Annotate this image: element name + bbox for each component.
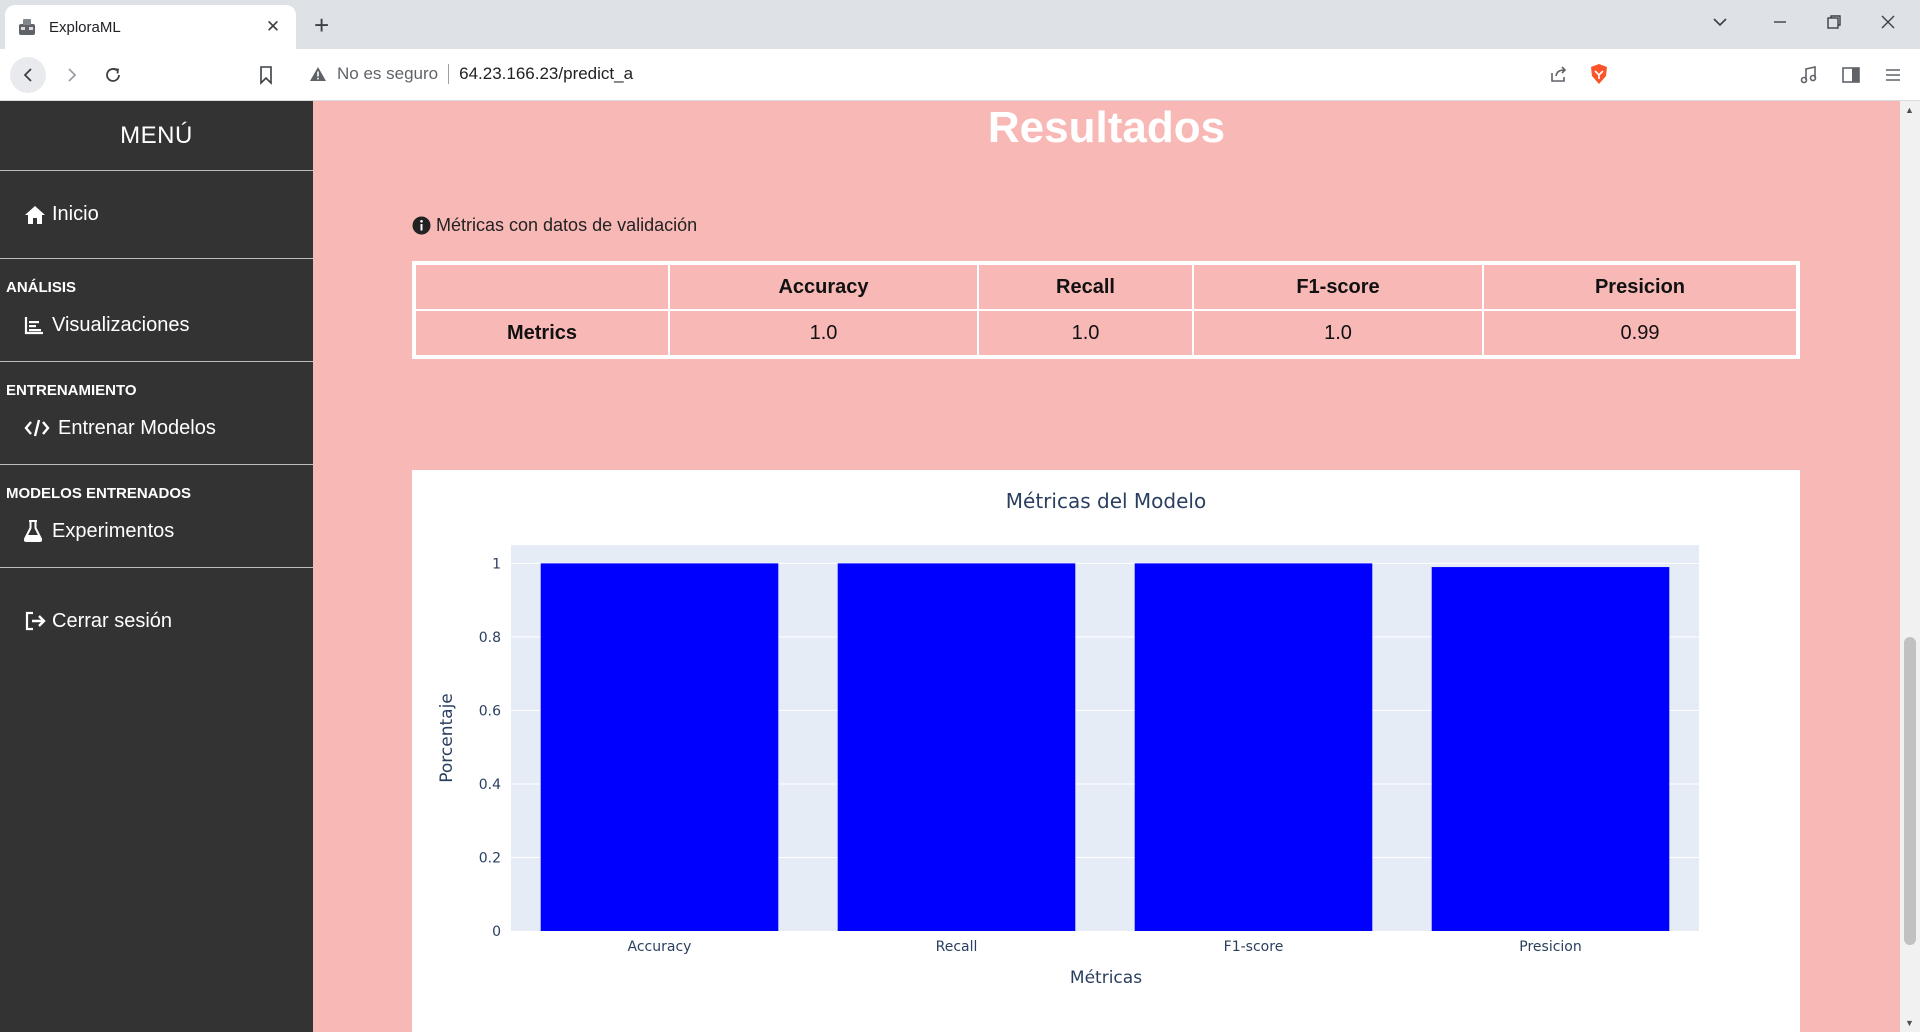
x-tick-labels: Accuracy Recall F1-score Presicion [628,939,1582,955]
sidebar-item-home[interactable]: Inicio [0,171,313,258]
reload-button[interactable] [95,57,131,93]
y-tick-label: 0.2 [479,850,501,866]
bar[interactable] [540,563,779,931]
metrics-bar-chart: Métricas del Modelo 0 0.2 0.4 0.6 0.8 1 Accur… [437,489,1699,988]
browser-toolbar: No es seguro 64.23.166.23/predict_a [0,49,1920,101]
sidebar-section-trained: MODELOS ENTRENADOS Experimentos [0,465,313,568]
scroll-up-icon[interactable]: ▲ [1905,105,1914,115]
address-separator [448,64,450,84]
forward-button[interactable] [54,57,90,93]
brave-shield-icon[interactable] [1589,63,1609,85]
table-header-cell: Recall [978,264,1193,310]
metrics-table: Accuracy Recall F1-score Presicion Metri… [412,261,1800,359]
sidebar-item-visualizations[interactable]: Visualizaciones [0,289,313,361]
page-scrollbar[interactable]: ▲ ▼ [1900,101,1920,1032]
info-circle-icon [412,216,431,235]
tab-search-icon[interactable] [1712,10,1728,38]
main-content: Resultados Métricas con datos de validac… [313,101,1900,1032]
table-cell: 1.0 [1193,310,1483,356]
sidebar-section-home: Inicio [0,171,313,259]
sidebar-item-label: Inicio [52,203,99,225]
code-icon [24,418,54,438]
menu-title: MENÚ [0,101,313,171]
table-cell: 0.99 [1483,310,1797,356]
new-tab-icon[interactable]: + [314,10,329,40]
y-tick-label: 0 [492,924,501,940]
bar[interactable] [1431,567,1670,931]
sidebar-item-label: Cerrar sesión [52,609,173,632]
x-tick-label: Accuracy [628,939,692,955]
y-tick-label: 0.6 [479,703,501,719]
close-window-icon[interactable] [1880,10,1896,38]
table-header-cell [415,264,669,310]
chart-icon [24,315,48,335]
bar[interactable] [837,563,1076,931]
back-button[interactable] [10,57,46,93]
sidebar-item-logout[interactable]: Cerrar sesión [0,568,313,674]
tab-close-icon[interactable]: ✕ [262,17,284,37]
table-row: Metrics 1.0 1.0 1.0 0.99 [415,310,1797,356]
flask-icon [24,520,48,542]
y-tick-labels: 0 0.2 0.4 0.6 0.8 1 [479,556,501,940]
share-icon[interactable] [1549,65,1569,83]
browser-menu-icon[interactable] [1883,65,1903,85]
x-tick-label: F1-score [1224,939,1284,955]
metrics-chart-card: Métricas del Modelo 0 0.2 0.4 0.6 0.8 1 Accur… [412,470,1800,1032]
sign-out-icon [24,611,48,631]
minimize-icon[interactable] [1772,10,1788,38]
table-cell: 1.0 [978,310,1193,356]
x-tick-label: Presicion [1519,939,1581,955]
table-row-label: Metrics [415,310,669,356]
y-tick-label: 1 [492,556,501,572]
info-text: Métricas con datos de validación [436,215,698,235]
table-header-cell: Presicion [1483,264,1797,310]
restore-icon[interactable] [1826,10,1842,38]
y-axis-label: Porcentaje [437,693,457,783]
table-cell: 1.0 [669,310,978,356]
media-icon[interactable] [1799,65,1819,85]
x-tick-label: Recall [936,939,978,955]
warning-triangle-icon[interactable] [309,66,327,82]
y-tick-label: 0.8 [479,630,501,646]
home-icon [24,205,48,225]
browser-tab[interactable]: ExploraML ✕ [5,5,296,49]
y-tick-label: 0.4 [479,777,501,793]
scroll-thumb[interactable] [1904,637,1916,945]
table-header-cell: Accuracy [669,264,978,310]
table-header-row: Accuracy Recall F1-score Presicion [415,264,1797,310]
chart-title: Métricas del Modelo [1006,489,1206,513]
scroll-down-icon[interactable]: ▼ [1905,1018,1914,1028]
x-axis-label: Métricas [1070,968,1142,988]
sidebar-section-training: ENTRENAMIENTO Entrenar Modelos [0,362,313,465]
app-favicon-icon [17,17,37,37]
browser-tab-bar: ExploraML ✕ + [0,0,1920,49]
page-title: Resultados [987,103,1226,152]
sidebar-item-experiments[interactable]: Experimentos [0,495,313,567]
address-bar[interactable]: No es seguro 64.23.166.23/predict_a [295,55,1623,93]
sidebar: MENÚ Inicio ANÁLISIS Visualizaciones ENT… [0,101,313,1032]
sidebar-item-label: Experimentos [52,519,175,542]
bookmark-icon[interactable] [258,65,274,85]
sidebar-section-analysis: ANÁLISIS Visualizaciones [0,259,313,362]
sidebar-item-label: Visualizaciones [52,313,190,336]
bar[interactable] [1134,563,1373,931]
tab-title: ExploraML [49,18,121,36]
security-label[interactable]: No es seguro [337,64,438,84]
sidebar-item-train-models[interactable]: Entrenar Modelos [0,392,313,464]
info-note: Métricas con datos de validación [412,215,697,236]
table-header-cell: F1-score [1193,264,1483,310]
url-text[interactable]: 64.23.166.23/predict_a [459,64,1549,84]
sidebar-item-label: Entrenar Modelos [58,416,216,439]
sidebar-toggle-icon[interactable] [1841,65,1861,85]
